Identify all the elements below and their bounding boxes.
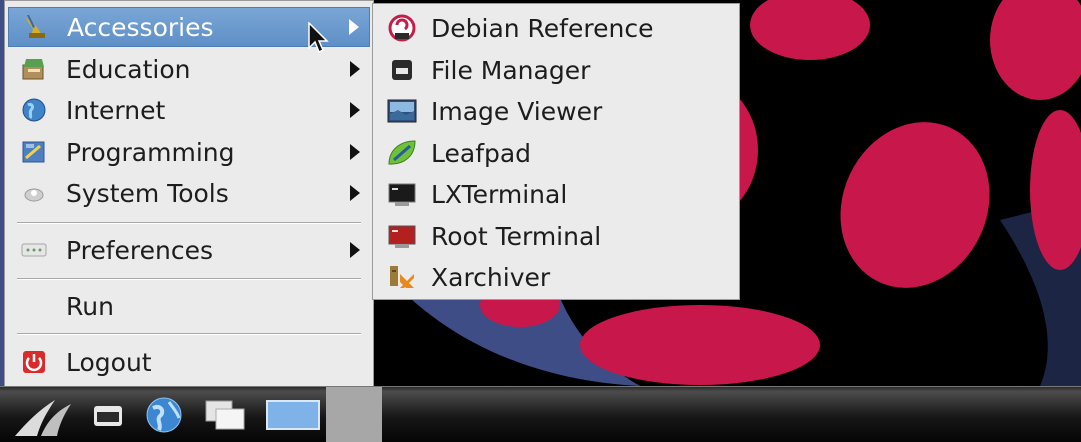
menu-separator xyxy=(17,278,361,280)
education-icon xyxy=(18,53,50,85)
submenu-item-debian-reference[interactable]: Debian Reference xyxy=(381,8,731,48)
web-browser-globe-icon xyxy=(146,397,182,432)
taskbar-web-browser-button[interactable] xyxy=(138,387,190,442)
submenu-item-label: Leafpad xyxy=(431,138,532,168)
submenu-item-lxterminal[interactable]: LXTerminal xyxy=(381,174,731,214)
taskbar-active-task-button[interactable] xyxy=(326,387,382,442)
debian-reference-icon xyxy=(385,11,419,45)
taskbar-panel xyxy=(0,386,1081,442)
system-tools-icon xyxy=(18,177,50,209)
leafpad-icon xyxy=(385,136,419,170)
xarchiver-icon xyxy=(385,260,419,294)
menu-item-preferences[interactable]: Preferences xyxy=(8,230,370,270)
menu-separator xyxy=(17,333,361,335)
internet-globe-icon xyxy=(18,94,50,126)
submenu-arrow-icon xyxy=(350,102,360,118)
submenu-arrow-icon xyxy=(349,19,359,35)
submenu-item-image-viewer[interactable]: Image Viewer xyxy=(381,91,731,131)
submenu-arrow-icon xyxy=(350,242,360,258)
run-blank-icon xyxy=(18,290,50,322)
menu-item-label: Programming xyxy=(66,137,235,167)
submenu-item-xarchiver[interactable]: Xarchiver xyxy=(381,257,731,297)
programming-icon xyxy=(18,136,50,168)
accessories-submenu: Debian Reference File Manager Image View… xyxy=(372,3,740,300)
menu-item-label: System Tools xyxy=(66,178,229,208)
image-viewer-icon xyxy=(385,94,419,128)
menu-item-programming[interactable]: Programming xyxy=(8,132,370,172)
menu-item-label: Logout xyxy=(66,347,152,377)
taskbar-window-switcher-button[interactable] xyxy=(198,387,252,442)
main-menu: Accessories Education Internet Programmi… xyxy=(4,0,374,388)
menu-separator xyxy=(17,222,361,224)
menu-item-logout[interactable]: Logout xyxy=(8,342,370,382)
menu-item-label: Run xyxy=(66,291,114,321)
taskbar-desktop-button[interactable] xyxy=(262,387,324,442)
menu-item-label: Preferences xyxy=(66,235,214,265)
logout-power-icon xyxy=(18,346,50,378)
window-switcher-icon xyxy=(205,400,245,429)
submenu-item-label: Image Viewer xyxy=(431,96,603,126)
file-manager-icon xyxy=(94,405,122,426)
menu-launcher-icon xyxy=(15,399,71,436)
menu-item-education[interactable]: Education xyxy=(8,49,370,89)
menu-item-internet[interactable]: Internet xyxy=(8,90,370,130)
menu-item-label: Accessories xyxy=(67,12,214,42)
submenu-item-file-manager[interactable]: File Manager xyxy=(381,50,731,90)
submenu-item-leafpad[interactable]: Leafpad xyxy=(381,133,731,173)
submenu-item-label: Xarchiver xyxy=(431,262,551,292)
desktop-icon xyxy=(266,399,320,430)
submenu-item-label: Root Terminal xyxy=(431,221,602,251)
accessories-icon xyxy=(19,11,51,43)
root-terminal-icon xyxy=(385,219,419,253)
preferences-icon xyxy=(18,234,50,266)
file-manager-icon xyxy=(385,53,419,87)
terminal-icon xyxy=(385,177,419,211)
submenu-arrow-icon xyxy=(350,144,360,160)
submenu-item-label: File Manager xyxy=(431,55,591,85)
menu-item-label: Internet xyxy=(66,95,166,125)
submenu-arrow-icon xyxy=(350,185,360,201)
submenu-arrow-icon xyxy=(350,61,360,77)
taskbar-file-manager-button[interactable] xyxy=(86,387,130,442)
submenu-item-label: Debian Reference xyxy=(431,13,654,43)
menu-item-run[interactable]: Run xyxy=(8,286,370,326)
menu-item-system-tools[interactable]: System Tools xyxy=(8,173,370,213)
submenu-item-root-terminal[interactable]: Root Terminal xyxy=(381,216,731,256)
menu-launcher-button[interactable] xyxy=(8,387,78,442)
menu-item-label: Education xyxy=(66,54,191,84)
submenu-item-label: LXTerminal xyxy=(431,179,568,209)
mouse-cursor-icon xyxy=(308,22,329,54)
